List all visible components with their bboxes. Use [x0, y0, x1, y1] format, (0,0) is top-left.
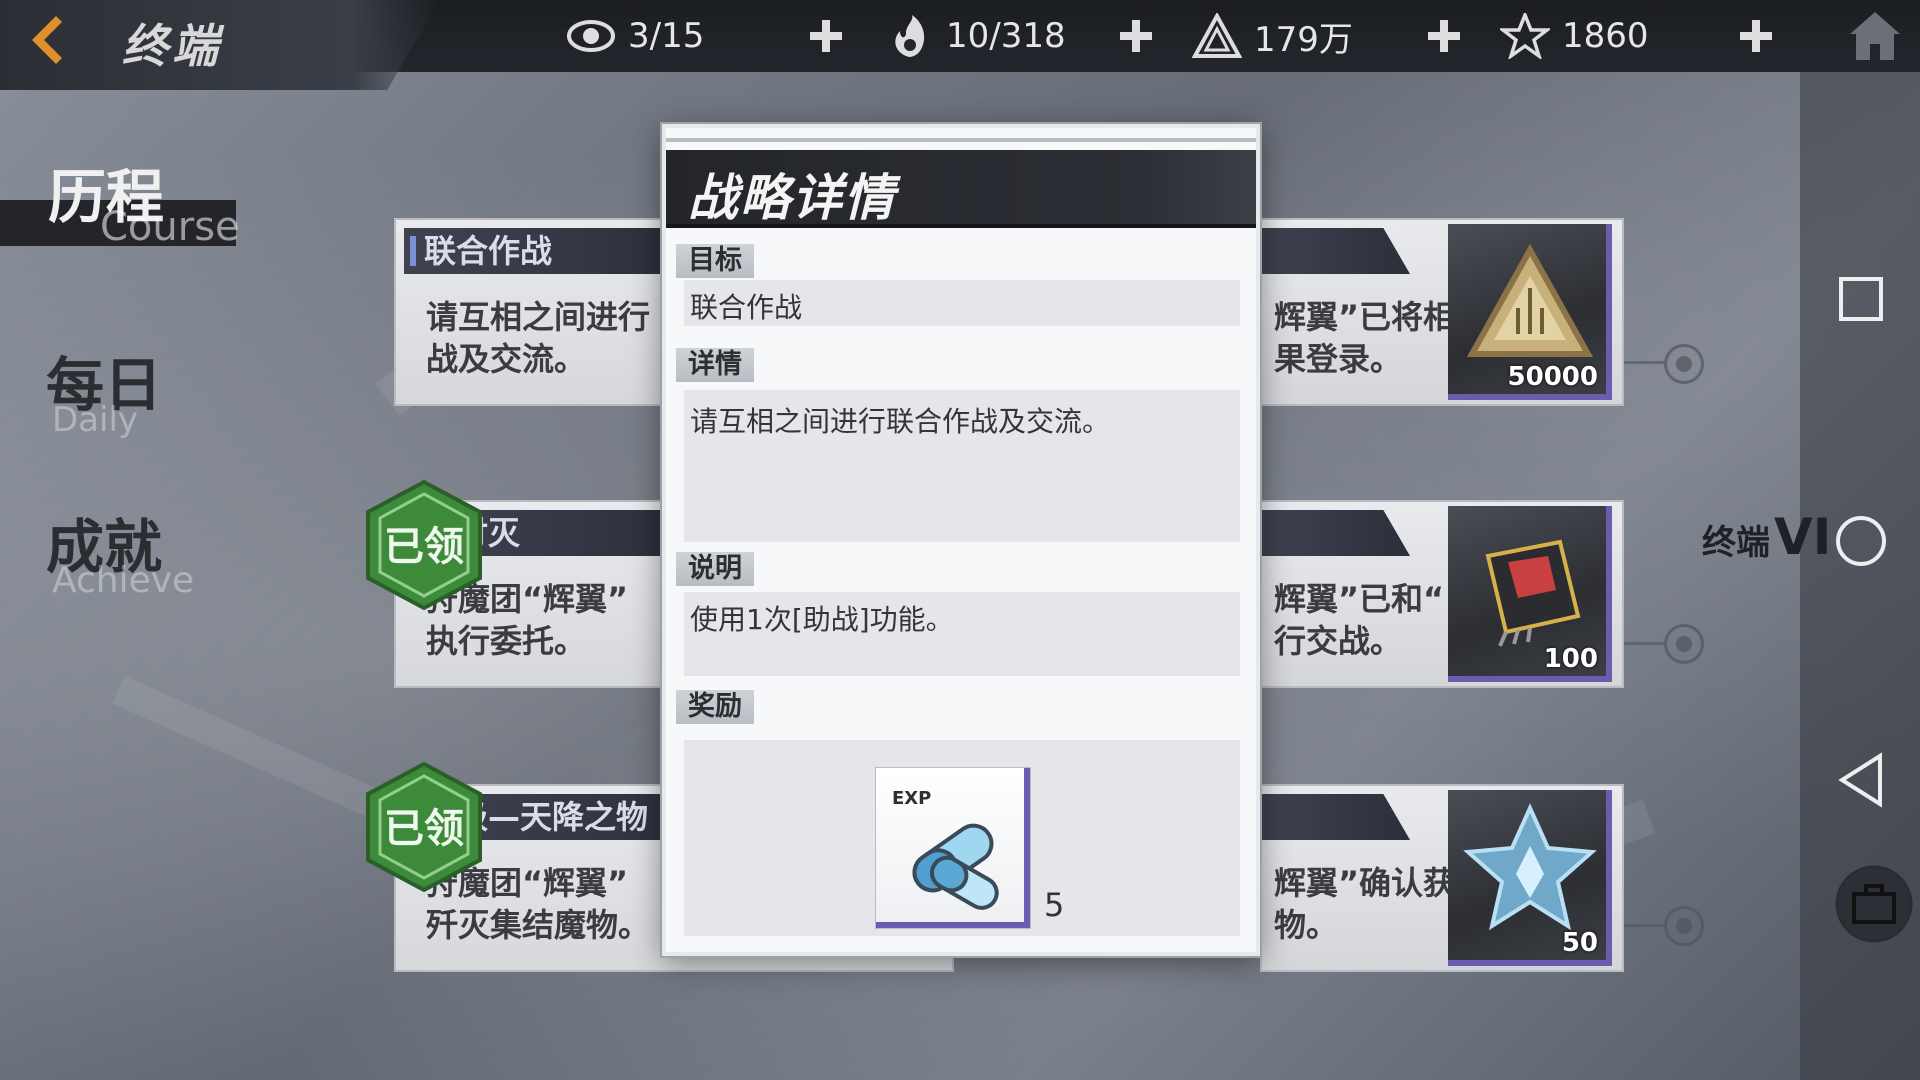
svg-text:已领: 已领 [384, 806, 464, 852]
nav-item-daily[interactable]: 每日 Daily [46, 338, 162, 440]
back-button[interactable] [22, 12, 72, 68]
resource-value: 10/318 [946, 16, 1066, 56]
back-system-button[interactable] [1838, 752, 1884, 808]
resource-value: 1860 [1562, 16, 1649, 56]
nav-sublabel: Achieve [52, 560, 195, 601]
task-description-right: 辉翼”已和“ 行交战。 [1274, 580, 1445, 660]
back-arrow-icon [32, 16, 62, 64]
svg-text:已领: 已领 [384, 524, 464, 570]
add-crystal-button[interactable] [1424, 16, 1464, 56]
resource-value: 179万 [1254, 19, 1353, 60]
target-value: 联合作战 [690, 291, 803, 324]
briefcase-icon[interactable] [1834, 864, 1914, 944]
reward-tile[interactable]: 50000 [1448, 224, 1612, 400]
resource-eye: 3/15 [566, 12, 704, 60]
dialog-title: 战略详情 [688, 169, 896, 227]
target-box: 联合作战 [684, 280, 1240, 326]
dialog-top-rule [666, 138, 1256, 142]
reward-tile[interactable]: 100 [1448, 506, 1612, 682]
triangle-crystal-icon [1192, 13, 1242, 58]
task-title: 联合作战 [404, 228, 694, 274]
claimed-stamp: 已领 [366, 479, 482, 611]
capsule-icon [912, 823, 999, 910]
claim-indicator[interactable] [1664, 624, 1704, 664]
terminal-level-label: 终端 VI [1702, 508, 1831, 566]
dialog-title-bar: 战略详情 [666, 150, 1256, 228]
task-description-right: 辉翼”已将相 果登录。 [1274, 298, 1456, 378]
flame-hand-icon [895, 15, 925, 57]
claim-connector [1624, 642, 1664, 645]
eye-icon [567, 20, 615, 52]
detail-box: 请互相之间进行联合作战及交流。 [684, 390, 1240, 542]
nav-item-course[interactable]: 历程 Course [48, 150, 240, 250]
reward-tile[interactable]: 50 [1448, 790, 1612, 966]
note-box: 使用1次[助战]功能。 [684, 592, 1240, 676]
claim-connector [1624, 924, 1664, 927]
task-card-right[interactable]: 辉翼”已将相 果登录。 50000 [1260, 218, 1624, 406]
add-star-button[interactable] [1736, 16, 1776, 56]
detail-value: 请互相之间进行联合作战及交流。 [690, 405, 1111, 438]
recent-apps-button[interactable] [1838, 276, 1884, 322]
home-system-button[interactable] [1834, 514, 1888, 568]
target-label: 目标 [676, 244, 754, 278]
reward-quantity: 50000 [1507, 362, 1598, 392]
add-stamina-button[interactable] [1116, 16, 1156, 56]
resource-crystal: 179万 [1192, 12, 1353, 60]
reward-label: 奖励 [676, 690, 754, 724]
detail-label: 详情 [676, 348, 754, 382]
claim-indicator[interactable] [1664, 906, 1704, 946]
top-bar: 终端 3/15 10/318 179万 1860 [0, 0, 1920, 90]
resource-star: 1860 [1500, 12, 1649, 60]
task-card-header [1262, 510, 1410, 556]
task-description: 请互相之间进行 战及交流。 [426, 298, 651, 378]
reward-item-exp[interactable]: EXP [876, 768, 1030, 928]
star-gem-icon [1500, 13, 1550, 59]
strategy-detail-dialog: 战略详情 目标 联合作战 详情 请互相之间进行联合作战及交流。 说明 使用1次[… [662, 124, 1260, 956]
resource-value: 3/15 [628, 16, 705, 56]
task-card-right[interactable]: 辉翼”确认获 物。 50 [1260, 784, 1624, 972]
note-value: 使用1次[助战]功能。 [690, 603, 954, 636]
reward-quantity: 5 [1044, 886, 1065, 924]
claim-connector [1624, 361, 1664, 364]
note-label: 说明 [676, 552, 754, 586]
terminal-label: 终端 [1702, 523, 1770, 563]
resource-stamina: 10/318 [884, 12, 1066, 60]
task-card-header [1262, 794, 1410, 840]
terminal-level: VI [1774, 508, 1832, 566]
task-description-right: 辉翼”确认获 物。 [1274, 864, 1456, 944]
screen-title: 终端 [122, 19, 222, 73]
nav-item-achieve[interactable]: 成就 Achieve [46, 500, 194, 601]
claim-indicator[interactable] [1664, 344, 1704, 384]
reward-quantity: 50 [1561, 928, 1598, 958]
task-card-right[interactable]: 辉翼”已和“ 行交战。 100 [1260, 500, 1624, 688]
reward-quantity: 100 [1543, 644, 1598, 674]
add-eye-button[interactable] [806, 16, 846, 56]
claimed-stamp: 已领 [366, 761, 482, 893]
task-card-header [1262, 228, 1410, 274]
home-icon[interactable] [1846, 8, 1904, 64]
